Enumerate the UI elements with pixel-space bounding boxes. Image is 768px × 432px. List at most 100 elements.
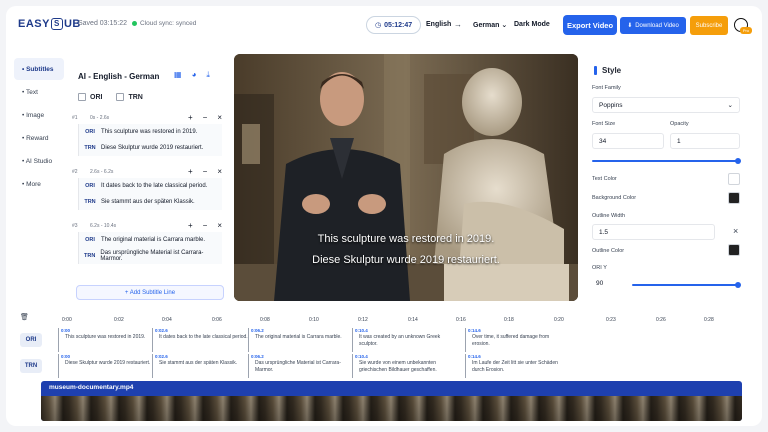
add-icon[interactable]: + [188,113,193,122]
video-thumbnails [41,396,742,421]
text-color-swatch[interactable] [728,173,740,185]
trn-checkbox[interactable]: TRN [116,93,143,101]
timeline-segment[interactable]: 0:02.6 Sie stammt aus der späten Klassik. [152,354,248,378]
nav-item-more[interactable]: • More [14,173,64,195]
chevron-down-icon: ⌄ [727,102,733,109]
cue-trn-row[interactable]: TRN Sie stammt aus der späten Klassik. [78,194,222,210]
subscribe-button[interactable]: Subscribe [690,16,728,35]
nav-item-text[interactable]: • Text [14,81,64,103]
segment-time: 0:10.4 [355,354,368,359]
nav-item-reward[interactable]: • Reward [14,127,64,149]
timeline-segment[interactable]: 0:00 Diese Skulptur wurde 2019 restaurier… [58,354,152,378]
opacity-input[interactable]: 1 [670,133,740,149]
font-size-label: Font Size [592,121,616,127]
timeline-tick: 0:10 [309,317,319,323]
segment-time: 0:00 [61,354,71,359]
opacity-slider[interactable] [592,158,741,164]
timeline-segment[interactable]: 0:06.2 The original material is Carrara m… [248,328,352,352]
segment-text: Over time, it suffered damage from erosi… [472,334,550,347]
timeline-segment[interactable]: 0:00 This sculpture was restored in 2019. [58,328,152,352]
segment-time: 0:10.4 [355,328,368,333]
avatar[interactable]: Pro [734,18,752,34]
add-icon[interactable]: + [188,221,193,230]
cue-trn-row[interactable]: TRN Diese Skulptur wurde 2019 restauriert… [78,140,222,156]
subtitle-cue: #1 0s - 2.6s + − × ORI This sculpture was r… [72,112,222,156]
timeline-tick: 0:04 [162,317,172,323]
timeline-segment[interactable]: 0:06.2 Das ursprüngliche Material ist Car… [248,354,352,378]
add-icon[interactable]: + [188,167,193,176]
trn-track-label: TRN [20,359,42,373]
ori-checkbox[interactable]: ORI [78,93,102,101]
timeline-segment[interactable]: 0:14.6 Im Laufe der Zeit litt sie unter S… [465,354,565,378]
export-video-button[interactable]: Export Video [563,15,617,35]
background-color-swatch[interactable] [728,192,740,204]
panel-actions: ▦ ◕ ⤓ [174,70,210,80]
segment-text: Sie wurde von einem unbekannten griechis… [359,360,437,373]
add-subtitle-line-button[interactable]: + Add Subtitle Line [76,285,224,300]
segment-time: 0:02.6 [155,328,168,333]
font-size-input[interactable]: 34 [592,133,664,149]
timeline-segment[interactable]: 0:02.6 It dates back to the late classica… [152,328,248,352]
timeline-tick: 0:08 [260,317,270,323]
minus-icon[interactable]: − [203,113,208,122]
background-color-label: Background Color [592,195,637,201]
nav-item-ai-studio[interactable]: • AI Studio [14,150,64,172]
cue-time: 6.2s - 10.4s [90,223,117,229]
outline-color-swatch[interactable] [728,244,740,256]
slider-handle[interactable] [735,158,741,164]
timeline-segment[interactable]: 0:10.4 Sie wurde von einem unbekannten gr… [352,354,465,378]
pro-badge: Pro [740,27,752,34]
segment-text: This sculpture was restored in 2019. [65,334,146,340]
logo-s-icon: S [50,18,63,30]
target-language-select[interactable]: German ⌄ [473,21,507,29]
ori-y-value: 90 [596,280,604,287]
ori-y-slider[interactable] [632,282,741,288]
video-preview[interactable]: This sculpture was restored in 2019. Die… [234,54,578,301]
dark-mode-toggle[interactable]: Dark Mode [514,21,550,28]
cloud-sync-status: Cloud sync: synced [132,20,196,27]
source-language-select[interactable]: English [426,21,451,28]
segment-time: 0:02.6 [155,354,168,359]
close-icon[interactable]: × [217,221,222,230]
video-file-name: museum-documentary.mp4 [49,384,134,391]
timeline-segment[interactable]: 0:10.4 It was created by an unknown Greek… [352,328,465,352]
close-icon[interactable]: × [217,113,222,122]
segment-text: Sie stammt aus der späten Klassik. [159,360,238,366]
outline-color-label: Outline Color [592,248,625,254]
segment-time: 0:06.2 [251,354,264,359]
nav-item-subtitles[interactable]: • Subtitles [14,58,64,80]
download-icon[interactable]: ⤓ [206,70,210,80]
editor-app: EASY S UB Saved 03:15:22 Cloud sync: synce… [6,6,762,426]
nav-item-image[interactable]: • Image [14,104,64,126]
palette-icon[interactable]: ◕ [192,70,197,80]
cue-trn-row[interactable]: TRN Das ursprüngliche Material ist Carrar… [78,248,222,264]
cue-ori-row[interactable]: ORI This sculpture was restored in 2019. [78,124,222,140]
caption-original: This sculpture was restored in 2019. [317,233,495,245]
timeline-segment[interactable]: 0:14.6 Over time, it suffered damage from… [465,328,565,352]
grid-icon[interactable]: ▦ [174,70,182,80]
font-family-select[interactable]: Poppins ⌄ [592,97,740,113]
opacity-label: Opacity [670,121,689,127]
video-track[interactable]: museum-documentary.mp4 [41,381,742,421]
minus-icon[interactable]: − [203,167,208,176]
timeline-ruler[interactable]: 0:00 0:02 0:04 0:06 0:08 0:10 0:12 0:14 0:16 0:18… [6,312,762,326]
timeline-tick: 0:12 [358,317,368,323]
segment-text: It was created by an unknown Greek sculp… [359,334,441,347]
cue-ori-row[interactable]: ORI The original material is Carrara marb… [78,232,222,248]
timeline-tick: 0:00 [62,317,72,323]
close-icon[interactable]: × [733,226,738,236]
caption-translation: Diese Skulptur wurde 2019 restauriert. [312,254,500,266]
cue-ori-row[interactable]: ORI It dates back to the late classical p… [78,178,222,194]
download-video-button[interactable]: ⬇ Download Video [620,17,686,34]
minus-icon[interactable]: − [203,221,208,230]
close-icon[interactable]: × [217,167,222,176]
segment-time: 0:14.6 [468,354,481,359]
slider-handle[interactable] [735,282,741,288]
panel-title: AI - English - German [78,72,160,81]
subtitle-cue: #2 2.6s - 6.2s + − × ORI It dates back to t… [72,166,222,210]
session-timer[interactable]: ◷ 05:12:47 [366,16,422,34]
outline-width-input[interactable]: 1.5 [592,224,715,240]
font-family-label: Font Family [592,85,621,91]
ori-y-label: ORI Y [592,265,607,271]
sync-dot-icon [132,21,137,26]
